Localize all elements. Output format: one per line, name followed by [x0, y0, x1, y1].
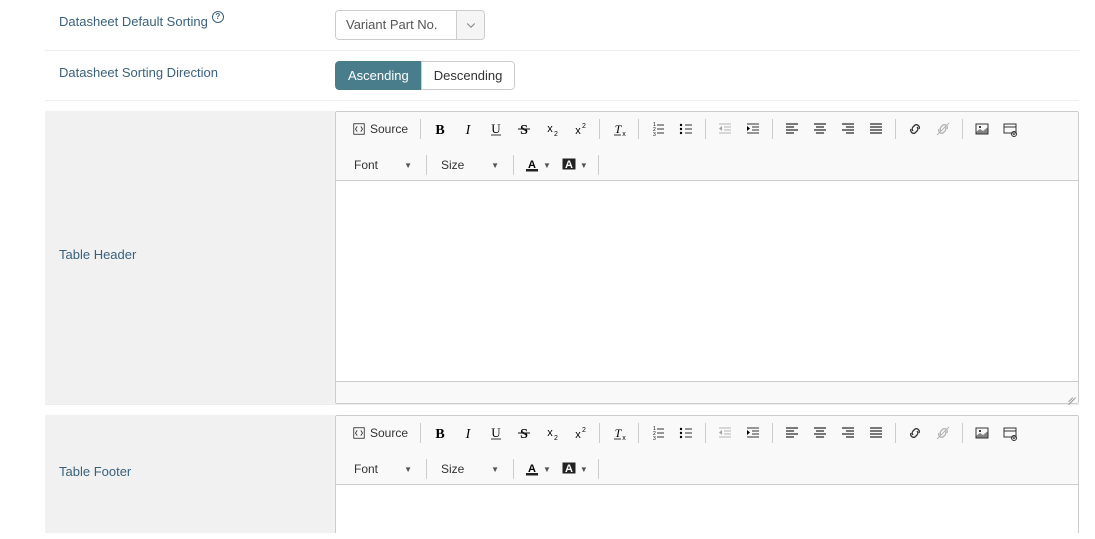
- align-justify-icon[interactable]: [865, 118, 887, 140]
- underline-icon[interactable]: [485, 118, 507, 140]
- align-left-icon[interactable]: [781, 118, 803, 140]
- row-table-footer: Table Footer Source: [45, 404, 1079, 533]
- text-color-button[interactable]: ▼: [522, 460, 553, 478]
- editor-toolbar: Source: [336, 112, 1078, 181]
- source-button[interactable]: Source: [348, 120, 412, 138]
- font-select[interactable]: Font▼: [348, 156, 418, 174]
- unordered-list-icon[interactable]: [675, 422, 697, 444]
- editor-toolbar: Source: [336, 416, 1078, 485]
- superscript-icon[interactable]: [569, 118, 591, 140]
- remove-format-icon[interactable]: [608, 118, 630, 140]
- align-center-icon[interactable]: [809, 118, 831, 140]
- indent-icon[interactable]: [742, 118, 764, 140]
- align-center-icon[interactable]: [809, 422, 831, 444]
- table-header-editor: Source: [335, 111, 1079, 404]
- unordered-list-icon[interactable]: [675, 118, 697, 140]
- link-icon[interactable]: [904, 422, 926, 444]
- descending-button[interactable]: Descending: [421, 61, 516, 90]
- outdent-icon[interactable]: [714, 118, 736, 140]
- bold-icon[interactable]: [429, 422, 451, 444]
- size-select[interactable]: Size▼: [435, 156, 505, 174]
- ordered-list-icon[interactable]: [647, 118, 669, 140]
- font-select[interactable]: Font▼: [348, 460, 418, 478]
- source-button[interactable]: Source: [348, 424, 412, 442]
- align-left-icon[interactable]: [781, 422, 803, 444]
- label-default-sorting: Datasheet Default Sorting ?: [45, 10, 335, 39]
- chevron-down-icon: [456, 11, 484, 39]
- label-table-header: Table Header: [45, 111, 335, 404]
- table-footer-textarea[interactable]: [336, 485, 1078, 533]
- italic-icon[interactable]: [457, 118, 479, 140]
- iframe-icon[interactable]: [999, 118, 1021, 140]
- link-icon[interactable]: [904, 118, 926, 140]
- unlink-icon[interactable]: [932, 118, 954, 140]
- sorting-direction-toggle: Ascending Descending: [335, 61, 515, 90]
- align-justify-icon[interactable]: [865, 422, 887, 444]
- default-sorting-select[interactable]: Variant Part No.: [335, 10, 485, 40]
- align-right-icon[interactable]: [837, 422, 859, 444]
- underline-icon[interactable]: [485, 422, 507, 444]
- row-table-header: Table Header Source: [45, 100, 1079, 404]
- row-sorting-direction: Datasheet Sorting Direction Ascending De…: [45, 50, 1079, 100]
- subscript-icon[interactable]: [541, 118, 563, 140]
- strikethrough-icon[interactable]: [513, 422, 535, 444]
- bg-color-button[interactable]: ▼: [559, 156, 590, 174]
- bg-color-button[interactable]: ▼: [559, 460, 590, 478]
- indent-icon[interactable]: [742, 422, 764, 444]
- size-select[interactable]: Size▼: [435, 460, 505, 478]
- ascending-button[interactable]: Ascending: [335, 61, 422, 90]
- italic-icon[interactable]: [457, 422, 479, 444]
- superscript-icon[interactable]: [569, 422, 591, 444]
- ordered-list-icon[interactable]: [647, 422, 669, 444]
- editor-statusbar: [336, 381, 1078, 403]
- bold-icon[interactable]: [429, 118, 451, 140]
- outdent-icon[interactable]: [714, 422, 736, 444]
- resize-handle-icon[interactable]: [1064, 389, 1076, 401]
- label-sorting-direction: Datasheet Sorting Direction: [45, 61, 335, 90]
- label-table-footer: Table Footer: [45, 415, 335, 533]
- subscript-icon[interactable]: [541, 422, 563, 444]
- help-icon[interactable]: ?: [212, 11, 224, 23]
- iframe-icon[interactable]: [999, 422, 1021, 444]
- remove-format-icon[interactable]: [608, 422, 630, 444]
- image-icon[interactable]: [971, 118, 993, 140]
- text-color-button[interactable]: ▼: [522, 156, 553, 174]
- row-default-sorting: Datasheet Default Sorting ? Variant Part…: [45, 0, 1079, 50]
- table-footer-editor: Source: [335, 415, 1079, 533]
- align-right-icon[interactable]: [837, 118, 859, 140]
- unlink-icon[interactable]: [932, 422, 954, 444]
- default-sorting-value: Variant Part No.: [336, 11, 456, 39]
- strikethrough-icon[interactable]: [513, 118, 535, 140]
- table-header-textarea[interactable]: [336, 181, 1078, 381]
- image-icon[interactable]: [971, 422, 993, 444]
